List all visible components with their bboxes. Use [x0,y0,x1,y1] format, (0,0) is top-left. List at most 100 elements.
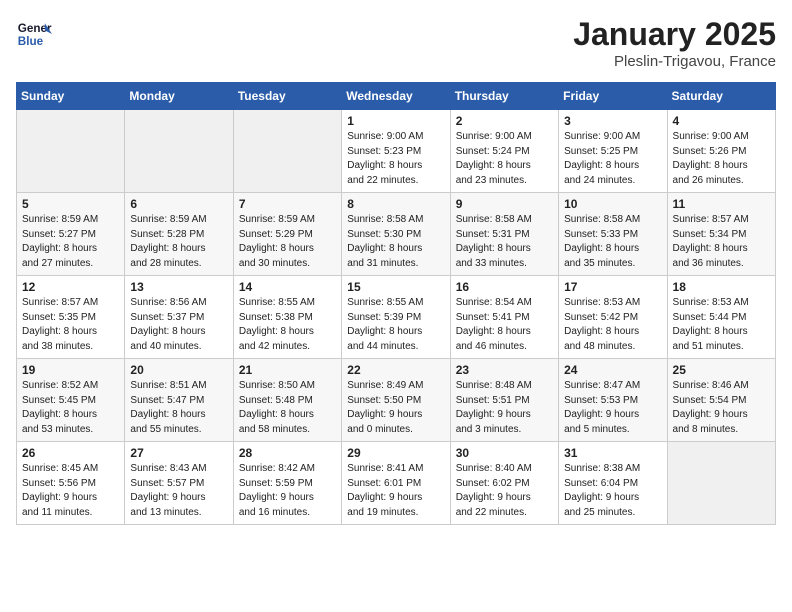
calendar-cell: 2 Sunrise: 9:00 AMSunset: 5:24 PMDaylight… [450,110,558,193]
day-number: 20 [130,363,227,377]
day-info: Sunrise: 8:40 AMSunset: 6:02 PMDaylight:… [456,462,553,520]
day-info: Sunrise: 8:45 AMSunset: 5:56 PMDaylight:… [22,462,119,520]
day-info: Sunrise: 8:43 AMSunset: 5:57 PMDaylight:… [130,462,227,520]
day-number: 9 [456,197,553,211]
calendar-cell: 11Sunrise: 8:57 AMSunset: 5:34 PMDayligh… [667,193,775,276]
day-number: 30 [456,446,553,460]
day-number: 25 [673,363,770,377]
day-info: Sunrise: 8:53 AMSunset: 5:44 PMDaylight:… [673,296,770,354]
day-info: Sunrise: 8:46 AMSunset: 5:54 PMDaylight:… [673,379,770,437]
calendar-table: SundayMondayTuesdayWednesdayThursdayFrid… [16,82,776,525]
day-number: 18 [673,280,770,294]
day-number: 27 [130,446,227,460]
calendar-cell: 7Sunrise: 8:59 AMSunset: 5:29 PMDaylight… [233,193,341,276]
calendar-cell: 1 Sunrise: 9:00 AMSunset: 5:23 PMDaylight… [342,110,450,193]
calendar-cell: 29 Sunrise: 8:41 AMSunset: 6:01 PMDayligh… [342,442,450,525]
weekday-header-row: SundayMondayTuesdayWednesdayThursdayFrid… [17,83,776,110]
day-number: 31 [564,446,661,460]
calendar-cell: 19Sunrise: 8:52 AMSunset: 5:45 PMDayligh… [17,359,125,442]
day-number: 11 [673,197,770,211]
day-info: Sunrise: 9:00 AMSunset: 5:24 PMDaylight:… [456,130,553,188]
calendar-cell: 14 Sunrise: 8:55 AMSunset: 5:38 PMDayligh… [233,276,341,359]
calendar-week-row: 19Sunrise: 8:52 AMSunset: 5:45 PMDayligh… [17,359,776,442]
svg-text:Blue: Blue [18,35,44,48]
calendar-cell: 25 Sunrise: 8:46 AMSunset: 5:54 PMDayligh… [667,359,775,442]
calendar-cell [233,110,341,193]
day-info: Sunrise: 8:59 AMSunset: 5:27 PMDaylight:… [22,213,119,271]
calendar-cell: 5 Sunrise: 8:59 AMSunset: 5:27 PMDaylight… [17,193,125,276]
day-info: Sunrise: 8:59 AMSunset: 5:28 PMDaylight:… [130,213,227,271]
weekday-header: Monday [125,83,233,110]
calendar-week-row: 12 Sunrise: 8:57 AMSunset: 5:35 PMDayligh… [17,276,776,359]
day-number: 16 [456,280,553,294]
title-block: January 2025 Pleslin-Trigavou, France [573,16,776,70]
day-number: 1 [347,114,444,128]
day-info: Sunrise: 8:52 AMSunset: 5:45 PMDaylight:… [22,379,119,437]
day-info: Sunrise: 8:55 AMSunset: 5:39 PMDaylight:… [347,296,444,354]
day-info: Sunrise: 8:58 AMSunset: 5:30 PMDaylight:… [347,213,444,271]
calendar-cell: 30 Sunrise: 8:40 AMSunset: 6:02 PMDayligh… [450,442,558,525]
calendar-cell: 24 Sunrise: 8:47 AMSunset: 5:53 PMDayligh… [559,359,667,442]
calendar-cell: 27 Sunrise: 8:43 AMSunset: 5:57 PMDayligh… [125,442,233,525]
day-info: Sunrise: 8:49 AMSunset: 5:50 PMDaylight:… [347,379,444,437]
day-info: Sunrise: 8:42 AMSunset: 5:59 PMDaylight:… [239,462,336,520]
logo-icon: General Blue [16,16,52,52]
calendar-cell: 3 Sunrise: 9:00 AMSunset: 5:25 PMDaylight… [559,110,667,193]
day-info: Sunrise: 8:53 AMSunset: 5:42 PMDaylight:… [564,296,661,354]
calendar-cell [667,442,775,525]
day-number: 29 [347,446,444,460]
calendar-cell: 21 Sunrise: 8:50 AMSunset: 5:48 PMDayligh… [233,359,341,442]
day-number: 4 [673,114,770,128]
day-number: 10 [564,197,661,211]
day-info: Sunrise: 8:57 AMSunset: 5:35 PMDaylight:… [22,296,119,354]
calendar-week-row: 1 Sunrise: 9:00 AMSunset: 5:23 PMDaylight… [17,110,776,193]
weekday-header: Friday [559,83,667,110]
calendar-cell: 4 Sunrise: 9:00 AMSunset: 5:26 PMDaylight… [667,110,775,193]
day-number: 7 [239,197,336,211]
location: Pleslin-Trigavou, France [573,53,776,70]
calendar-cell: 12 Sunrise: 8:57 AMSunset: 5:35 PMDayligh… [17,276,125,359]
day-info: Sunrise: 8:55 AMSunset: 5:38 PMDaylight:… [239,296,336,354]
day-number: 22 [347,363,444,377]
weekday-header: Thursday [450,83,558,110]
day-number: 21 [239,363,336,377]
day-number: 26 [22,446,119,460]
day-number: 13 [130,280,227,294]
calendar-week-row: 26 Sunrise: 8:45 AMSunset: 5:56 PMDayligh… [17,442,776,525]
logo: General Blue [16,16,52,52]
day-number: 14 [239,280,336,294]
day-number: 24 [564,363,661,377]
day-number: 3 [564,114,661,128]
day-number: 5 [22,197,119,211]
day-number: 8 [347,197,444,211]
month-title: January 2025 [573,16,776,53]
day-info: Sunrise: 8:54 AMSunset: 5:41 PMDaylight:… [456,296,553,354]
calendar-cell: 6 Sunrise: 8:59 AMSunset: 5:28 PMDaylight… [125,193,233,276]
calendar-cell: 16 Sunrise: 8:54 AMSunset: 5:41 PMDayligh… [450,276,558,359]
weekday-header: Tuesday [233,83,341,110]
day-info: Sunrise: 8:41 AMSunset: 6:01 PMDaylight:… [347,462,444,520]
day-number: 17 [564,280,661,294]
calendar-cell [125,110,233,193]
day-info: Sunrise: 9:00 AMSunset: 5:25 PMDaylight:… [564,130,661,188]
calendar-cell: 23Sunrise: 8:48 AMSunset: 5:51 PMDayligh… [450,359,558,442]
day-number: 23 [456,363,553,377]
calendar-cell: 22 Sunrise: 8:49 AMSunset: 5:50 PMDayligh… [342,359,450,442]
calendar-cell: 17 Sunrise: 8:53 AMSunset: 5:42 PMDayligh… [559,276,667,359]
page-header: General Blue January 2025 Pleslin-Trigav… [16,16,776,70]
day-info: Sunrise: 8:58 AMSunset: 5:31 PMDaylight:… [456,213,553,271]
day-number: 2 [456,114,553,128]
day-info: Sunrise: 9:00 AMSunset: 5:26 PMDaylight:… [673,130,770,188]
day-info: Sunrise: 8:58 AMSunset: 5:33 PMDaylight:… [564,213,661,271]
calendar-cell: 8 Sunrise: 8:58 AMSunset: 5:30 PMDaylight… [342,193,450,276]
day-number: 6 [130,197,227,211]
calendar-cell: 20 Sunrise: 8:51 AMSunset: 5:47 PMDayligh… [125,359,233,442]
day-info: Sunrise: 8:50 AMSunset: 5:48 PMDaylight:… [239,379,336,437]
calendar-cell: 18 Sunrise: 8:53 AMSunset: 5:44 PMDayligh… [667,276,775,359]
day-number: 28 [239,446,336,460]
day-info: Sunrise: 9:00 AMSunset: 5:23 PMDaylight:… [347,130,444,188]
day-number: 12 [22,280,119,294]
day-info: Sunrise: 8:47 AMSunset: 5:53 PMDaylight:… [564,379,661,437]
calendar-cell: 10 Sunrise: 8:58 AMSunset: 5:33 PMDayligh… [559,193,667,276]
day-info: Sunrise: 8:51 AMSunset: 5:47 PMDaylight:… [130,379,227,437]
